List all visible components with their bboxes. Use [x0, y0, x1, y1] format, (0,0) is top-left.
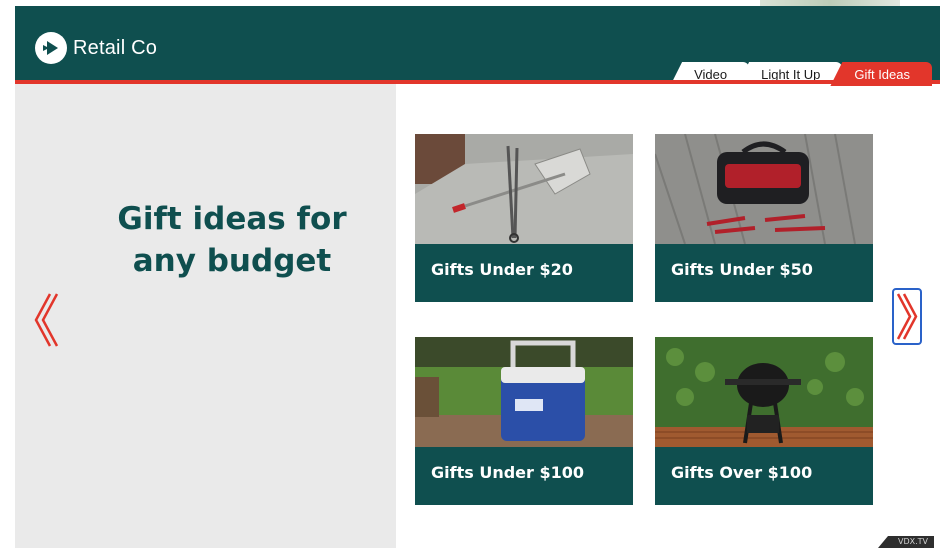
tongs-image — [415, 134, 633, 244]
chevron-left-icon — [34, 293, 59, 347]
card-label: Gifts Under $20 — [431, 260, 573, 279]
card-label: Gifts Over $100 — [671, 463, 813, 482]
tool-bag-image — [655, 134, 873, 244]
watermark-badge: VDX.TV — [878, 536, 934, 548]
gift-card-over-100[interactable]: Gifts Over $100 — [655, 337, 873, 505]
hero-panel — [15, 84, 396, 548]
app-screen: Retail Co Video Light It Up Gift Ideas G… — [15, 0, 940, 548]
brand-logo[interactable]: Retail Co — [35, 32, 157, 64]
cooler-image — [415, 337, 633, 447]
next-button[interactable] — [892, 288, 922, 345]
gift-card-under-100[interactable]: Gifts Under $100 — [415, 337, 633, 505]
play-circle-icon — [35, 32, 67, 64]
brand-name: Retail Co — [73, 36, 158, 59]
headline-line-1: Gift ideas for — [117, 201, 347, 237]
prev-button[interactable] — [30, 290, 62, 350]
headline-line-2: any budget — [132, 243, 332, 279]
chevron-right-icon — [896, 293, 918, 340]
header-bar: Retail Co Video Light It Up Gift Ideas — [15, 6, 940, 86]
gift-card-under-20[interactable]: Gifts Under $20 — [415, 134, 633, 302]
gift-card-under-50[interactable]: Gifts Under $50 — [655, 134, 873, 302]
card-label: Gifts Under $50 — [671, 260, 813, 279]
hero-headline: Gift ideas for any budget — [97, 198, 367, 282]
bbq-grill-image — [655, 337, 873, 447]
card-label: Gifts Under $100 — [431, 463, 584, 482]
